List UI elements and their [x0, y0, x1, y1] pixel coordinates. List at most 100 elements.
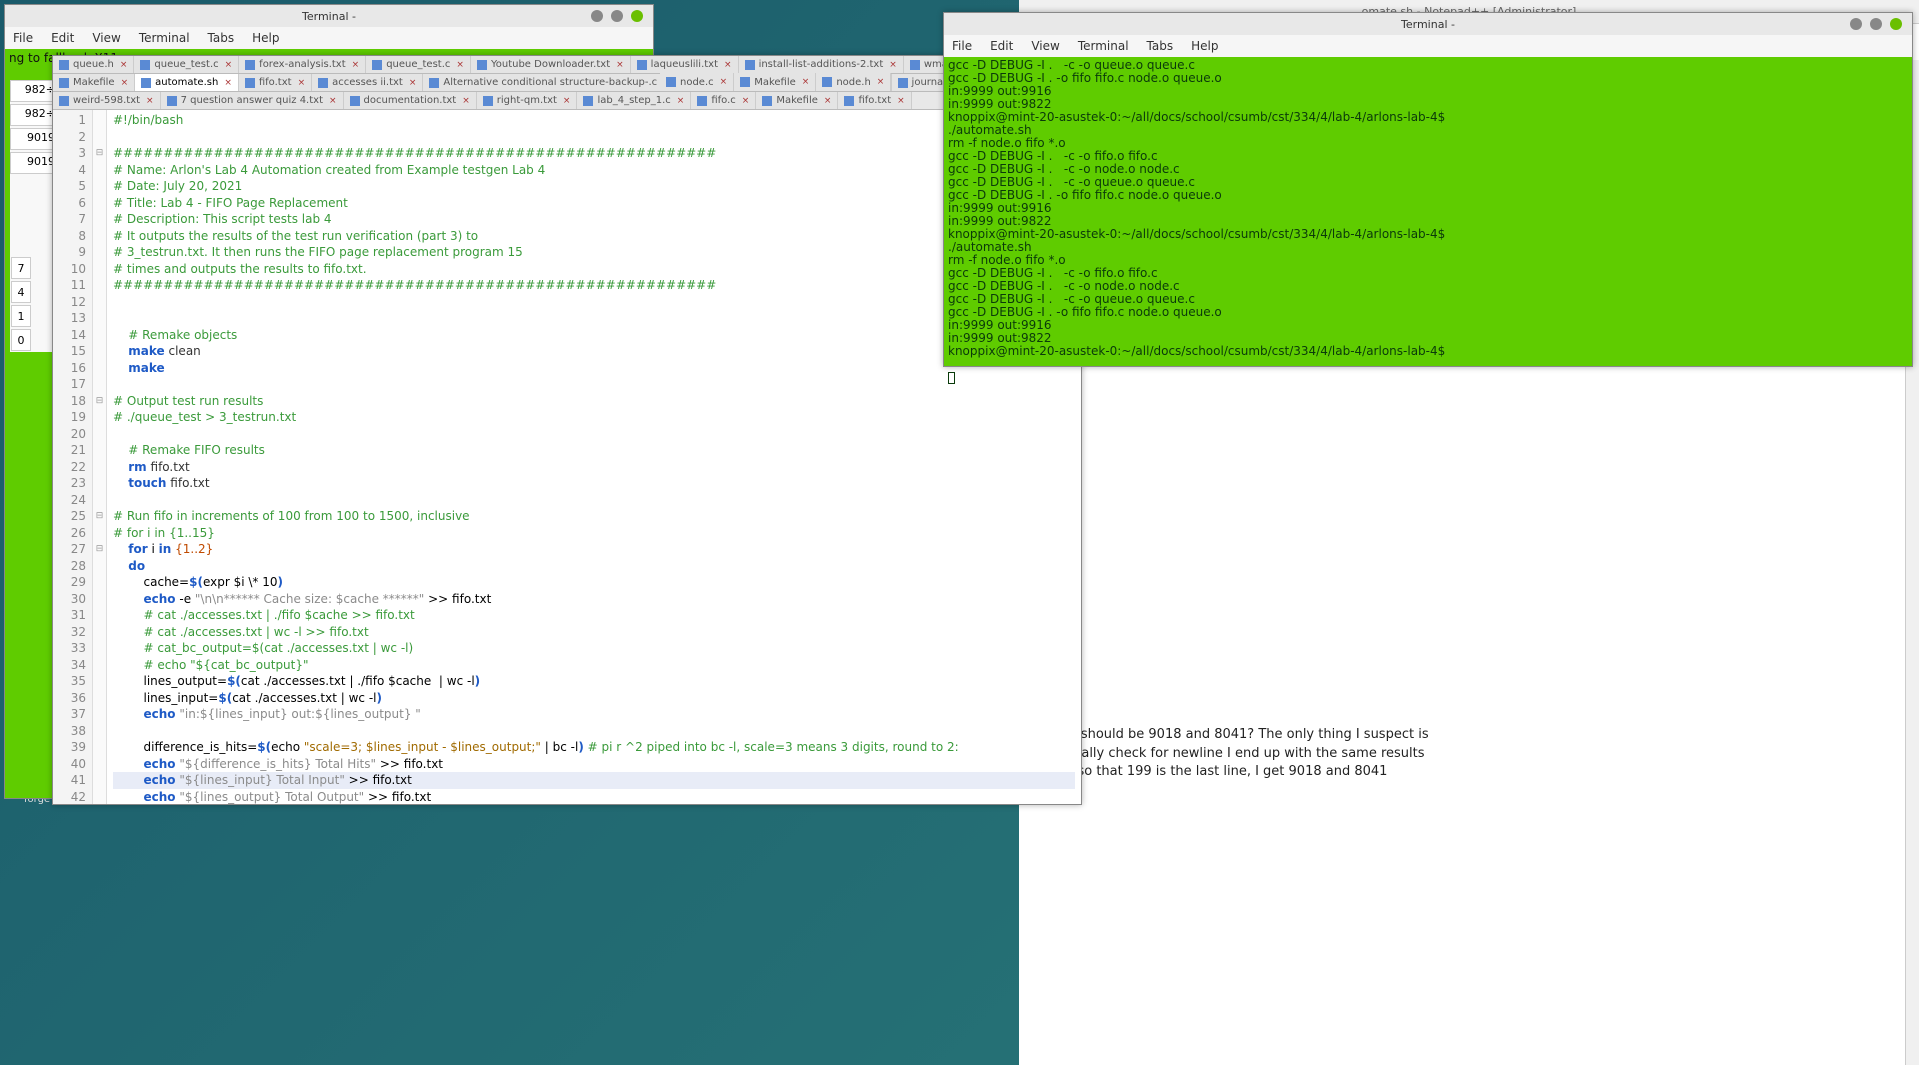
- code-line[interactable]: # cat_bc_output=$(cat ./accesses.txt | w…: [113, 640, 1075, 657]
- editor-tab[interactable]: queue.h×: [53, 56, 134, 73]
- editor-tab[interactable]: forex-analysis.txt×: [239, 56, 366, 73]
- close-icon[interactable]: [631, 10, 643, 22]
- editor-tab[interactable]: accesses ii.txt×: [312, 74, 423, 91]
- close-icon[interactable]: [1890, 18, 1902, 30]
- menu-terminal[interactable]: Terminal: [1078, 39, 1129, 53]
- code-line[interactable]: # Title: Lab 4 - FIFO Page Replacement: [113, 195, 1075, 212]
- code-line[interactable]: # echo "${cat_bc_output}": [113, 657, 1075, 674]
- editor-tab[interactable]: fifo.txt×: [239, 74, 312, 91]
- close-tab-icon[interactable]: ×: [802, 77, 810, 87]
- code-area[interactable]: 1234567891011121314151617181920212223242…: [53, 110, 1081, 804]
- editor-tab[interactable]: fifo.c×: [691, 92, 756, 109]
- editor-tab[interactable]: documentation.txt×: [344, 92, 477, 109]
- code-line[interactable]: [113, 376, 1075, 393]
- close-tab-icon[interactable]: ×: [120, 60, 128, 70]
- close-tab-icon[interactable]: ×: [724, 60, 732, 70]
- notepadpp-content[interactable]: al Faults should be 9018 and 8041? The o…: [1019, 722, 1889, 785]
- code-line[interactable]: make clean: [113, 343, 1075, 360]
- terminal2-titlebar[interactable]: Terminal -: [944, 13, 1912, 35]
- menu-tabs[interactable]: Tabs: [208, 31, 235, 45]
- code-line[interactable]: echo -e "\n\n****** Cache size: $cache *…: [113, 591, 1075, 608]
- editor-tab[interactable]: node.h×: [816, 73, 891, 91]
- editor-tab[interactable]: 7 question answer quiz 4.txt×: [161, 92, 344, 109]
- menu-edit[interactable]: Edit: [990, 39, 1013, 53]
- code-line[interactable]: echo "${difference_is_hits} Total Hits" …: [113, 756, 1075, 773]
- code-line[interactable]: [113, 426, 1075, 443]
- menu-view[interactable]: View: [1031, 39, 1059, 53]
- minimize-icon[interactable]: [591, 10, 603, 22]
- code-line[interactable]: ########################################…: [113, 277, 1075, 294]
- code-line[interactable]: # ./queue_test > 3_testrun.txt: [113, 409, 1075, 426]
- menu-help[interactable]: Help: [1191, 39, 1218, 53]
- menu-terminal[interactable]: Terminal: [139, 31, 190, 45]
- terminal2-body[interactable]: gcc -D DEBUG -I . -c -o queue.o queue.c …: [944, 57, 1912, 366]
- menu-edit[interactable]: Edit: [51, 31, 74, 45]
- editor-tab[interactable]: Youtube Downloader.txt×: [471, 56, 631, 73]
- editor-tab[interactable]: node.c×: [660, 73, 734, 91]
- close-tab-icon[interactable]: ×: [121, 78, 129, 88]
- editor-tab[interactable]: automate.sh×: [135, 74, 239, 91]
- close-tab-icon[interactable]: ×: [824, 96, 832, 106]
- editor-tab[interactable]: install-list-additions-2.txt×: [739, 56, 904, 73]
- code-line[interactable]: difference_is_hits=$(echo "scale=3; $lin…: [113, 739, 1075, 756]
- editor-tab[interactable]: queue_test.c×: [366, 56, 471, 73]
- code-line[interactable]: echo "${lines_input} Total Input" >> fif…: [113, 772, 1075, 789]
- menu-file[interactable]: File: [13, 31, 33, 45]
- menu-file[interactable]: File: [952, 39, 972, 53]
- code-line[interactable]: for i in {1..2}: [113, 541, 1075, 558]
- code-line[interactable]: # Date: July 20, 2021: [113, 178, 1075, 195]
- close-tab-icon[interactable]: ×: [616, 60, 624, 70]
- code-line[interactable]: # 3_testrun.txt. It then runs the FIFO p…: [113, 244, 1075, 261]
- code-line[interactable]: echo "${lines_output} Total Output" >> f…: [113, 789, 1075, 805]
- editor-tab[interactable]: right-qm.txt×: [477, 92, 578, 109]
- editor-tab[interactable]: weird-598.txt×: [53, 92, 161, 109]
- close-tab-icon[interactable]: ×: [409, 78, 417, 88]
- fold-gutter[interactable]: ⊟⊟⊟⊟⊟: [93, 110, 107, 804]
- code-line[interactable]: [113, 310, 1075, 327]
- close-tab-icon[interactable]: ×: [225, 60, 233, 70]
- code-line[interactable]: # times and outputs the results to fifo.…: [113, 261, 1075, 278]
- close-tab-icon[interactable]: ×: [456, 60, 464, 70]
- close-tab-icon[interactable]: ×: [889, 60, 897, 70]
- code-content[interactable]: #!/bin/bash ############################…: [107, 110, 1081, 804]
- editor-tab[interactable]: Makefile×: [756, 92, 838, 109]
- code-line[interactable]: lines_output=$(cat ./accesses.txt | ./fi…: [113, 673, 1075, 690]
- code-line[interactable]: [113, 129, 1075, 146]
- close-tab-icon[interactable]: ×: [146, 96, 154, 106]
- code-line[interactable]: do: [113, 558, 1075, 575]
- code-line[interactable]: # Remake objects: [113, 327, 1075, 344]
- editor-tab[interactable]: Alternative conditional structure-backup…: [423, 74, 677, 91]
- code-line[interactable]: # Description: This script tests lab 4: [113, 211, 1075, 228]
- code-line[interactable]: # Run fifo in increments of 100 from 100…: [113, 508, 1075, 525]
- code-line[interactable]: cache=$(expr $i \* 10): [113, 574, 1075, 591]
- code-line[interactable]: # It outputs the results of the test run…: [113, 228, 1075, 245]
- calc-key-0[interactable]: 0: [11, 329, 31, 351]
- menu-help[interactable]: Help: [252, 31, 279, 45]
- menu-view[interactable]: View: [92, 31, 120, 45]
- close-tab-icon[interactable]: ×: [352, 60, 360, 70]
- close-tab-icon[interactable]: ×: [742, 96, 750, 106]
- code-line[interactable]: #!/bin/bash: [113, 112, 1075, 129]
- maximize-icon[interactable]: [611, 10, 623, 22]
- editor-tab[interactable]: Makefile×: [53, 74, 135, 91]
- code-line[interactable]: [113, 492, 1075, 509]
- close-tab-icon[interactable]: ×: [877, 77, 885, 87]
- close-tab-icon[interactable]: ×: [720, 77, 728, 87]
- calc-key-4[interactable]: 4: [11, 281, 31, 303]
- code-line[interactable]: make: [113, 360, 1075, 377]
- maximize-icon[interactable]: [1870, 18, 1882, 30]
- code-line[interactable]: [113, 723, 1075, 740]
- calc-key-1[interactable]: 1: [11, 305, 31, 327]
- minimize-icon[interactable]: [1850, 18, 1862, 30]
- editor-tab[interactable]: queue_test.c×: [134, 56, 239, 73]
- code-line[interactable]: echo "in:${lines_input} out:${lines_outp…: [113, 706, 1075, 723]
- close-tab-icon[interactable]: ×: [224, 78, 232, 88]
- close-tab-icon[interactable]: ×: [298, 78, 306, 88]
- code-line[interactable]: lines_input=$(cat ./accesses.txt | wc -l…: [113, 690, 1075, 707]
- code-line[interactable]: # Remake FIFO results: [113, 442, 1075, 459]
- editor-tab[interactable]: lab_4_step_1.c×: [577, 92, 691, 109]
- editor-tab[interactable]: laqueuslili.txt×: [631, 56, 739, 73]
- code-line[interactable]: ########################################…: [113, 145, 1075, 162]
- code-line[interactable]: rm fifo.txt: [113, 459, 1075, 476]
- terminal1-titlebar[interactable]: Terminal -: [5, 5, 653, 27]
